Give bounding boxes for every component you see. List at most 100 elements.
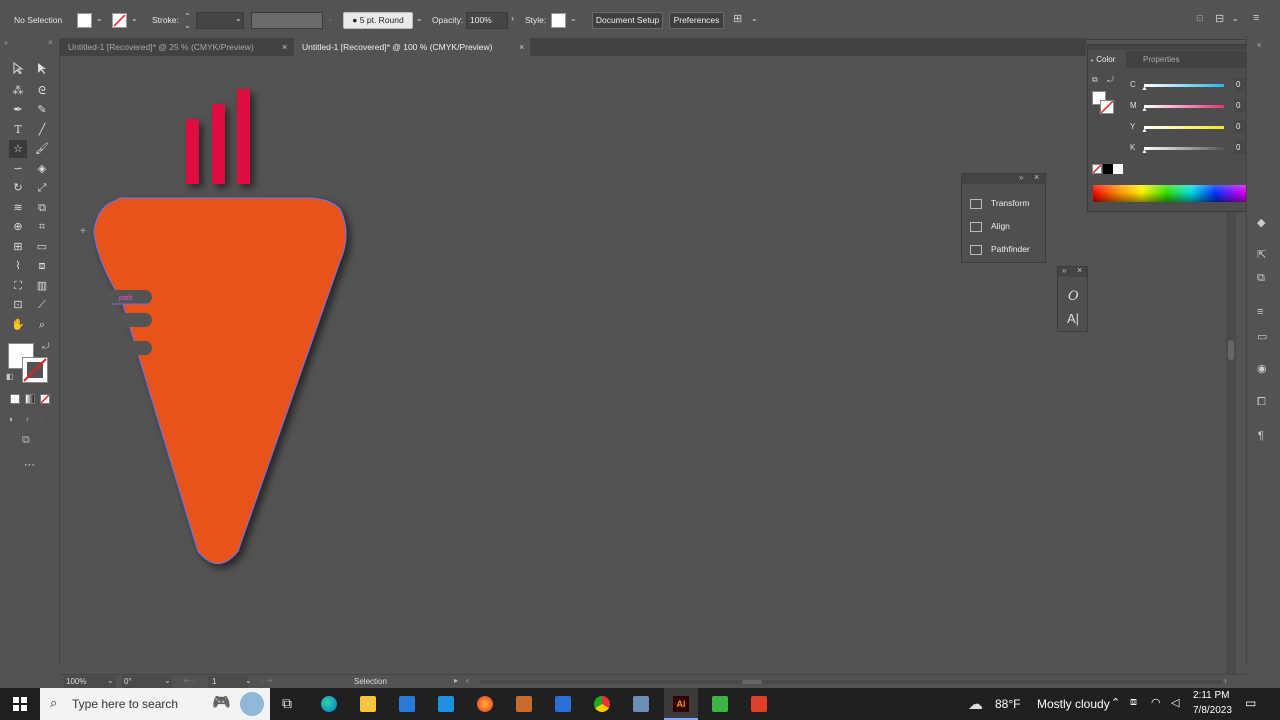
direct-selection-tool-icon[interactable] <box>33 62 51 80</box>
workspace-icon[interactable]: ⊡ <box>1196 13 1204 24</box>
illustrator-taskbar-item[interactable]: Ai <box>664 688 698 720</box>
panel-header[interactable]: » × <box>962 172 1045 184</box>
shaper-tool-icon[interactable]: ∽ <box>9 160 27 178</box>
paintbrush-icon[interactable]: 🖌 <box>33 140 51 158</box>
tray-app-icon[interactable]: ⧈ <box>1130 696 1137 709</box>
notepad-icon[interactable] <box>555 696 571 712</box>
slider-handle-icon[interactable]: ▲ <box>1141 106 1148 113</box>
line-tool-icon[interactable]: ╱ <box>33 121 51 139</box>
artwork[interactable]: path + <box>60 56 1236 674</box>
zoom-tool-icon[interactable]: ⌕ <box>33 316 51 334</box>
play-icon[interactable]: ▸ <box>454 676 458 685</box>
horizontal-scrollbar[interactable] <box>480 680 1222 684</box>
symbol-sprayer-icon[interactable]: ⛶ <box>9 277 27 295</box>
draw-behind-icon[interactable]: ◑ <box>24 414 29 424</box>
draw-normal-icon[interactable]: ◐ <box>9 414 14 424</box>
carrot-leaf[interactable] <box>212 104 225 184</box>
channel-slider[interactable] <box>1144 84 1224 87</box>
panel-header[interactable]: » × <box>1058 265 1087 277</box>
swap-colors-icon[interactable]: ⤾ <box>42 341 50 352</box>
task-view-icon[interactable]: ⧉ <box>282 695 292 712</box>
chevron-down-icon[interactable]: ⌄ <box>245 676 252 685</box>
weather-desc[interactable]: Mostly cloudy <box>1037 697 1110 711</box>
first-artboard-icon[interactable]: ⇤ ‹ <box>184 676 196 685</box>
export-icon[interactable]: ⇱ <box>1257 248 1266 261</box>
color-spectrum[interactable] <box>1093 185 1264 202</box>
artboard-tool-icon[interactable]: ⊡ <box>9 296 27 314</box>
volume-icon[interactable]: ◁ <box>1171 696 1179 709</box>
firefox-icon[interactable] <box>477 696 493 712</box>
mesh-tool-icon[interactable]: ⊞ <box>9 238 27 256</box>
color-mode-icon[interactable] <box>10 394 20 404</box>
collapse-icon[interactable]: » <box>1062 266 1066 275</box>
last-artboard-icon[interactable]: › ⇥ <box>261 676 273 685</box>
scrollbar-thumb[interactable] <box>1228 340 1234 360</box>
clock-date[interactable]: 7/8/2023 <box>1193 705 1232 716</box>
hand-tool-icon[interactable]: ✋ <box>9 316 27 334</box>
collapse-icon[interactable]: « <box>1257 40 1261 49</box>
carrot-leaf[interactable] <box>237 89 250 184</box>
channel-slider[interactable] <box>1144 147 1224 150</box>
chrome-icon[interactable] <box>594 696 610 712</box>
transform-panel-button[interactable]: Transform <box>970 194 1029 212</box>
stroke-panel-icon[interactable]: ≡ <box>1257 306 1263 318</box>
carrot-body[interactable] <box>93 197 347 565</box>
stepper-icon[interactable]: ⌃ ⌄ <box>184 12 191 30</box>
scale-tool-icon[interactable]: ⤢ <box>33 179 51 197</box>
fill-swatch[interactable] <box>77 13 92 28</box>
app-icon[interactable] <box>516 696 532 712</box>
chevron-right-icon[interactable]: › <box>511 13 514 23</box>
chevron-down-icon[interactable]: ⌄ <box>235 14 242 23</box>
chevron-down-icon[interactable]: ⌄ <box>107 676 114 685</box>
mail-icon[interactable] <box>438 696 454 712</box>
weather-cloud-icon[interactable]: ☁ <box>968 695 983 713</box>
align-panel-button[interactable]: Align <box>970 217 1010 235</box>
search-highlight-icon[interactable]: 🎮 <box>212 693 231 711</box>
tab-properties[interactable]: Properties <box>1132 51 1182 68</box>
channel-slider[interactable] <box>1144 105 1224 108</box>
close-icon[interactable]: × <box>48 38 53 47</box>
stroke-swatch[interactable] <box>112 13 127 28</box>
align-icon[interactable]: ⊟ <box>1215 12 1224 25</box>
close-icon[interactable]: × <box>282 38 287 56</box>
chevron-down-icon[interactable]: ⌄ <box>164 676 171 685</box>
black-swatch[interactable] <box>1103 164 1113 174</box>
magic-wand-icon[interactable]: ⁂ <box>9 82 27 100</box>
recorder-icon[interactable] <box>751 696 767 712</box>
variable-width-profile[interactable] <box>251 12 323 29</box>
pen-tool-icon[interactable]: ✒ <box>9 101 27 119</box>
document-setup-button[interactable]: Document Setup <box>592 12 663 29</box>
close-icon[interactable]: × <box>1034 172 1039 182</box>
artboards-icon[interactable]: ⧉ <box>1257 272 1265 285</box>
taskbar-search[interactable]: ⌕ Type here to search 🎮 <box>40 688 270 720</box>
arrange-icon[interactable]: ⊞ <box>733 12 742 25</box>
warp-tool-icon[interactable]: ≋ <box>9 199 27 217</box>
screen-mode-icon[interactable]: ⧉ <box>22 434 30 447</box>
scrollbar-thumb[interactable] <box>742 680 762 684</box>
curvature-tool-icon[interactable]: ✎ <box>33 101 51 119</box>
rotate-tool-icon[interactable]: ↻ <box>9 179 27 197</box>
clock-time[interactable]: 2:11 PM <box>1193 690 1230 701</box>
slice-tool-icon[interactable]: ⟋ <box>33 296 51 314</box>
brush-definition-dropdown[interactable]: ● 5 pt. Round <box>343 12 413 29</box>
gradient-tool-icon[interactable]: ▭ <box>33 238 51 256</box>
lasso-icon[interactable]: ᘓ <box>33 82 51 100</box>
artboard-canvas[interactable]: path + <box>60 56 1236 674</box>
wifi-icon[interactable]: ◠ <box>1151 696 1161 709</box>
windows-start-icon[interactable] <box>13 697 27 711</box>
chevron-down-icon[interactable]: ⌄ <box>1232 14 1239 23</box>
swap-icon[interactable]: ⤾ <box>1107 75 1114 85</box>
gradient-mode-icon[interactable] <box>25 394 35 404</box>
carrot-leaf[interactable] <box>186 119 199 184</box>
none-mode-icon[interactable] <box>40 394 50 404</box>
chevron-up-icon[interactable]: ⌃ <box>1111 696 1120 709</box>
star-tool-icon[interactable]: ☆ <box>9 140 27 158</box>
slider-handle-icon[interactable]: ▲ <box>1141 127 1148 134</box>
graphic-style-swatch[interactable] <box>551 13 566 28</box>
layers-icon[interactable]: ◆ <box>1257 216 1265 229</box>
draw-inside-icon[interactable]: ◌ <box>39 414 44 424</box>
eyedropper-icon[interactable]: ⌇ <box>9 257 27 275</box>
collapse-icon[interactable]: » <box>1019 173 1023 182</box>
chevron-down-icon[interactable]: ⌄ <box>131 14 138 23</box>
tab-document-25[interactable]: Untitled-1 [Recovered]* @ 25 % (CMYK/Pre… <box>60 38 294 56</box>
